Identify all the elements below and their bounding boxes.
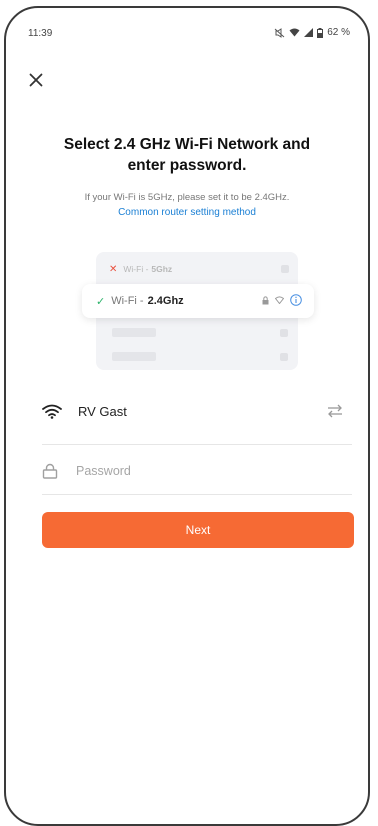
cross-icon: ✕ <box>109 263 118 275</box>
placeholder-dot <box>281 265 289 273</box>
phone-frame: 11:39 62 % Select 2.4 GHz Wi-Fi Network … <box>4 6 370 826</box>
illustration-blank-row <box>112 328 156 337</box>
page-title: Select 2.4 GHz Wi-Fi Network and enter p… <box>26 134 348 176</box>
cell-signal-icon <box>304 28 314 37</box>
wifi-mini-icon <box>275 296 284 304</box>
placeholder-dot <box>280 329 288 337</box>
row-24ghz-band: 2.4Ghz <box>147 295 184 307</box>
ssid-divider <box>42 444 352 445</box>
next-button[interactable]: Next <box>42 512 354 548</box>
row-24ghz-icons <box>262 294 302 306</box>
close-icon <box>29 73 43 87</box>
lock-mini-icon <box>262 295 269 304</box>
illustration-row-5ghz: ✕ Wi-Fi - 5Ghz <box>109 260 289 278</box>
status-time: 11:39 <box>28 28 53 39</box>
wifi-icon <box>42 404 64 419</box>
row-5ghz-band: 5Ghz <box>151 264 173 274</box>
switch-network-icon[interactable] <box>326 403 344 419</box>
placeholder-dot <box>280 353 288 361</box>
illustration-row-24ghz: ✓ Wi-Fi - 2.4Ghz <box>82 284 314 318</box>
wifi-network-row[interactable]: RV Gast <box>42 396 344 426</box>
password-input[interactable] <box>74 463 318 479</box>
wifi-signal-icon <box>289 28 300 37</box>
info-icon <box>290 294 302 306</box>
password-divider <box>42 494 352 495</box>
status-bar: 11:39 62 % <box>6 8 368 44</box>
battery-icon <box>317 27 324 38</box>
mute-icon <box>274 27 285 38</box>
row-5ghz-prefix: Wi-Fi - <box>123 264 149 274</box>
wifi-network-name: RV Gast <box>78 403 127 419</box>
lock-icon <box>42 463 64 479</box>
router-setting-link[interactable]: Common router setting method <box>22 207 352 218</box>
status-icons: 62 % <box>274 27 350 38</box>
page-title-line-2: enter password. <box>127 157 247 174</box>
row-24ghz-prefix: Wi-Fi - <box>111 295 144 307</box>
close-button[interactable] <box>24 68 48 92</box>
check-icon: ✓ <box>96 295 106 308</box>
band-hint-text: If your Wi-Fi is 5GHz, please set it to … <box>84 192 290 203</box>
page-title-line-1: Select 2.4 GHz Wi-Fi Network and <box>63 136 311 153</box>
battery-level: 62 % <box>327 27 350 38</box>
illustration-blank-row <box>112 352 156 361</box>
password-row <box>42 456 344 486</box>
